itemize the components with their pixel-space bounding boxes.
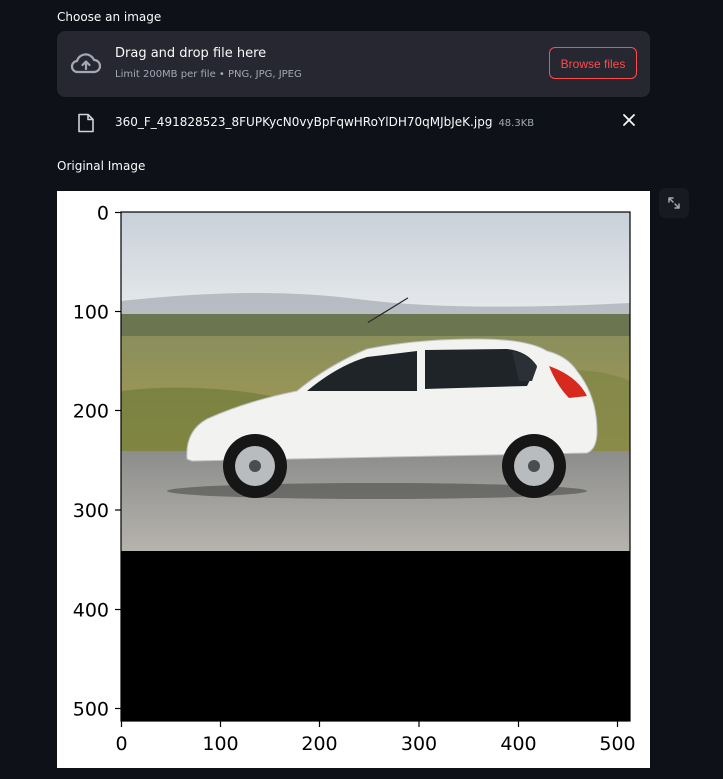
y-tick-label: 500 xyxy=(73,699,109,721)
y-tick-label: 300 xyxy=(73,500,109,522)
uploaded-file-name: 360_F_491828523_8FUPKycN0vyBpFqwHRoYlDH7… xyxy=(115,115,493,129)
uploaded-file-row: 360_F_491828523_8FUPKycN0vyBpFqwHRoYlDH7… xyxy=(57,110,650,136)
y-tick-label: 400 xyxy=(73,600,109,622)
x-tick-label: 200 xyxy=(301,733,337,755)
cloud-upload-icon xyxy=(70,53,102,74)
dropzone-hint: Limit 200MB per file • PNG, JPG, JPEG xyxy=(115,69,302,80)
x-tick-label: 0 xyxy=(115,733,127,755)
y-tick-label: 0 xyxy=(97,203,109,225)
uploader-label: Choose an image xyxy=(57,10,162,24)
x-tick-label: 400 xyxy=(500,733,536,755)
x-tick-label: 500 xyxy=(599,733,635,755)
y-tick-label: 100 xyxy=(73,302,109,324)
image-section-label: Original Image xyxy=(57,159,146,173)
fullscreen-button[interactable] xyxy=(659,188,689,218)
uploaded-file-size: 48.3KB xyxy=(498,118,535,129)
file-icon xyxy=(78,113,94,133)
image-plot: 0 100 200 300 400 500 0 100 200 300 400 … xyxy=(57,191,650,768)
padding-region xyxy=(121,551,630,721)
car-photo xyxy=(121,212,630,551)
x-tick-label: 300 xyxy=(401,733,437,755)
browse-files-button[interactable]: Browse files xyxy=(549,47,637,79)
dropzone-title: Drag and drop file here xyxy=(115,46,267,61)
y-tick-label: 200 xyxy=(73,401,109,423)
expand-icon xyxy=(668,197,680,209)
file-dropzone[interactable]: Drag and drop file here Limit 200MB per … xyxy=(57,31,650,97)
x-tick-label: 100 xyxy=(202,733,238,755)
close-icon[interactable] xyxy=(622,113,636,127)
